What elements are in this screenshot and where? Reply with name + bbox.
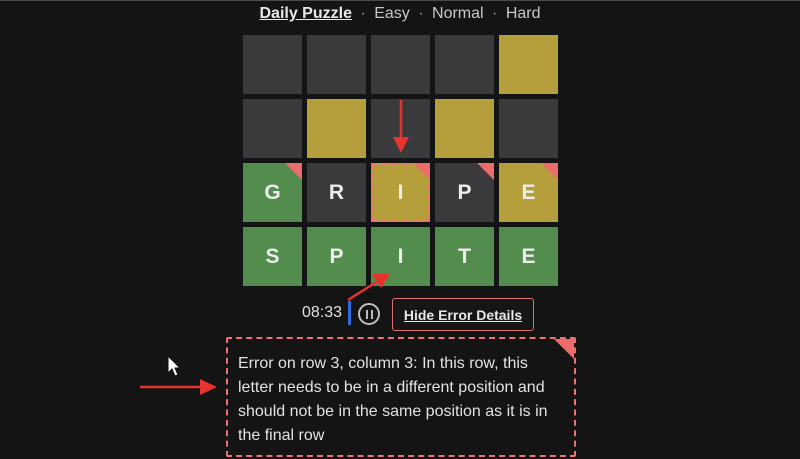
tile-letter: I: [397, 180, 404, 204]
pause-icon: [365, 309, 368, 319]
tile-letter: T: [458, 244, 471, 268]
tile-r4-c2[interactable]: P: [307, 227, 366, 286]
pause-icon: [370, 309, 373, 319]
tile-r2-c3[interactable]: [371, 99, 430, 158]
tile-r2-c5[interactable]: [499, 99, 558, 158]
tile-r1-c4[interactable]: [435, 35, 494, 94]
nav-daily-puzzle-link[interactable]: Daily Puzzle: [259, 5, 351, 22]
tile-r4-c3[interactable]: I: [371, 227, 430, 286]
hide-error-details-button[interactable]: Hide Error Details: [392, 298, 534, 331]
mouse-pointer-icon: [167, 354, 182, 377]
game-screen: Daily Puzzle · Easy · Normal · Hard G R I P…: [0, 0, 800, 459]
error-corner-marker: [541, 163, 558, 180]
tile-letter: S: [265, 244, 280, 268]
tile-r1-c2[interactable]: [307, 35, 366, 94]
tile-r3-c4[interactable]: P: [435, 163, 494, 222]
pause-button[interactable]: [358, 303, 380, 325]
tile-r3-c2[interactable]: R: [307, 163, 366, 222]
error-message: Error on row 3, column 3: In this row, t…: [238, 355, 548, 444]
timer: 08:33: [302, 304, 343, 321]
tile-letter: E: [521, 244, 536, 268]
tile-r3-c1[interactable]: G: [243, 163, 302, 222]
error-corner-marker: [554, 339, 574, 359]
nav-easy-link[interactable]: Easy: [374, 5, 410, 22]
tile-r1-c1[interactable]: [243, 35, 302, 94]
nav-separator: ·: [492, 5, 498, 22]
error-corner-marker: [285, 163, 302, 180]
tile-letter: P: [457, 180, 472, 204]
text-cursor: [348, 301, 351, 325]
game-board: G R I P E S P I T E: [243, 35, 558, 286]
nav-separator: ·: [418, 5, 424, 22]
nav-normal-link[interactable]: Normal: [432, 5, 484, 22]
red-arrow-icon: [140, 379, 217, 395]
tile-r4-c4[interactable]: T: [435, 227, 494, 286]
tile-r3-c5[interactable]: E: [499, 163, 558, 222]
tile-r2-c2[interactable]: [307, 99, 366, 158]
error-details-panel: Error on row 3, column 3: In this row, t…: [226, 337, 576, 457]
tile-r1-c5[interactable]: [499, 35, 558, 94]
tile-r4-c1[interactable]: S: [243, 227, 302, 286]
error-corner-marker: [477, 163, 494, 180]
tile-letter: P: [329, 244, 344, 268]
tile-letter: R: [328, 180, 345, 204]
tile-r2-c1[interactable]: [243, 99, 302, 158]
tile-letter: I: [397, 244, 404, 268]
error-corner-marker: [413, 163, 430, 180]
nav-separator: ·: [360, 5, 366, 22]
tile-r2-c4[interactable]: [435, 99, 494, 158]
difficulty-nav: Daily Puzzle · Easy · Normal · Hard: [0, 5, 800, 23]
tile-letter: E: [521, 180, 536, 204]
tile-r1-c3[interactable]: [371, 35, 430, 94]
nav-hard-link[interactable]: Hard: [506, 5, 541, 22]
tile-r4-c5[interactable]: E: [499, 227, 558, 286]
tile-r3-c3[interactable]: I: [371, 163, 430, 222]
tile-letter: G: [264, 180, 281, 204]
